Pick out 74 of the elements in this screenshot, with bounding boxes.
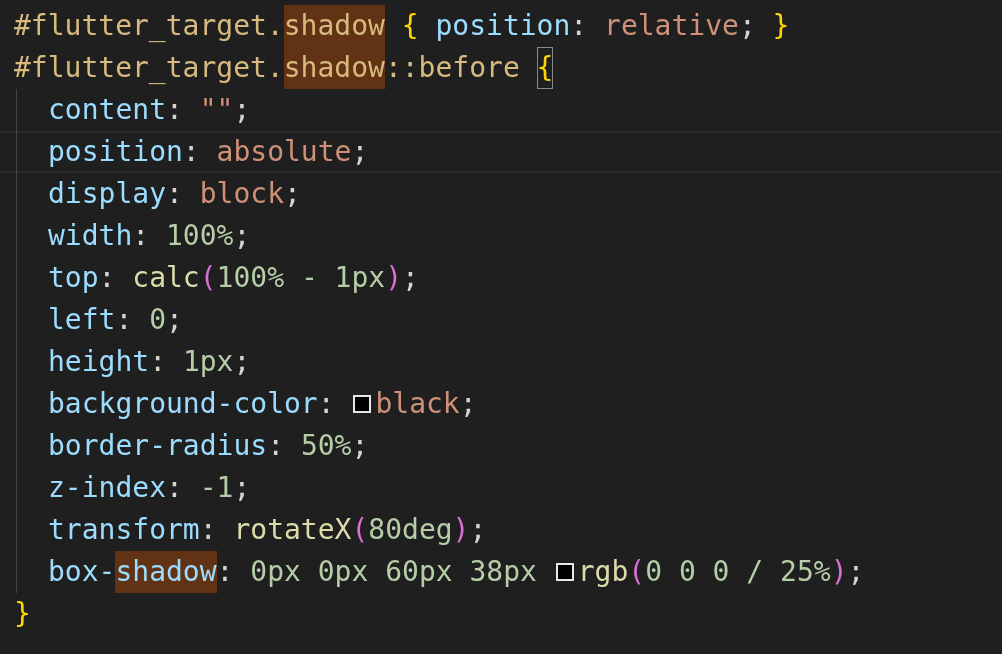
property-name: position — [48, 134, 183, 170]
property-name: transform — [48, 512, 200, 548]
number-value: 1px — [182, 344, 234, 380]
property-value: black — [375, 386, 460, 422]
punctuation: : — [267, 428, 285, 464]
function-name: rotateX — [233, 512, 352, 548]
property-name: height — [48, 344, 150, 380]
property-value: absolute — [216, 134, 352, 170]
punctuation: ; — [351, 428, 369, 464]
function-name: calc — [132, 260, 200, 296]
function-name: rgb — [577, 554, 629, 590]
punctuation: : — [570, 8, 589, 44]
property-name: display — [48, 176, 166, 212]
color-swatch[interactable] — [353, 395, 372, 413]
punctuation: ; — [847, 554, 865, 590]
number-value: -1 — [199, 470, 234, 506]
property-name: left — [48, 302, 116, 338]
number-value: 50% — [300, 428, 352, 464]
punctuation: ; — [459, 386, 477, 422]
property-value: block — [199, 176, 285, 212]
search-match: shadow — [115, 551, 217, 593]
property-name: border-radius — [48, 428, 268, 464]
punctuation: : — [216, 554, 235, 590]
number-value: 0px 0px 60px 38px — [250, 554, 538, 590]
property-name: top — [48, 260, 99, 296]
punctuation: ; — [469, 512, 487, 548]
brace: { — [400, 8, 420, 44]
punctuation: ; — [233, 218, 251, 254]
punctuation: : — [166, 470, 184, 506]
search-match: shadow — [283, 47, 385, 89]
punctuation: ; — [233, 92, 251, 128]
property-name: position — [435, 8, 571, 44]
parenthesis: ) — [452, 512, 470, 548]
punctuation: : — [199, 512, 218, 548]
punctuation: ; — [233, 344, 251, 380]
punctuation: ; — [402, 260, 419, 296]
property-name: box- — [48, 554, 116, 590]
search-match: shadow — [283, 5, 385, 47]
brace: } — [772, 8, 790, 44]
property-name: z-index — [48, 470, 166, 506]
punctuation: ; — [284, 176, 301, 212]
property-name: content — [48, 92, 166, 128]
property-name: background-color — [48, 386, 318, 422]
parenthesis: ( — [628, 554, 646, 590]
punctuation: ; — [351, 134, 369, 170]
property-value: "" — [199, 92, 234, 128]
selector-text: #flutter_target. — [14, 8, 284, 44]
parenthesis: ) — [830, 554, 848, 590]
punctuation: ; — [738, 8, 757, 44]
parenthesis: ( — [199, 260, 217, 296]
color-swatch[interactable] — [555, 563, 574, 581]
number-value: 80deg — [368, 512, 453, 548]
brace: } — [14, 596, 31, 632]
property-value: relative — [604, 8, 739, 44]
punctuation: : — [317, 386, 336, 422]
punctuation: : — [132, 218, 151, 254]
punctuation: : — [98, 260, 117, 296]
matched-brace: { — [536, 47, 554, 89]
selector-text: #flutter_target. — [14, 50, 284, 86]
selector-text: ::before — [384, 50, 521, 86]
number-value: 100% - 1px — [216, 260, 386, 296]
number-value: 0 0 0 / 25% — [645, 554, 831, 590]
parenthesis: ( — [351, 512, 369, 548]
punctuation: : — [149, 344, 167, 380]
punctuation: ; — [166, 302, 183, 338]
punctuation: : — [166, 176, 184, 212]
punctuation: : — [166, 92, 184, 128]
number-value: 100% — [166, 218, 234, 254]
property-name: width — [48, 218, 133, 254]
punctuation: ; — [233, 470, 251, 506]
number-value: 0 — [149, 302, 166, 338]
parenthesis: ) — [385, 260, 403, 296]
punctuation: : — [115, 302, 134, 338]
punctuation: : — [182, 134, 201, 170]
